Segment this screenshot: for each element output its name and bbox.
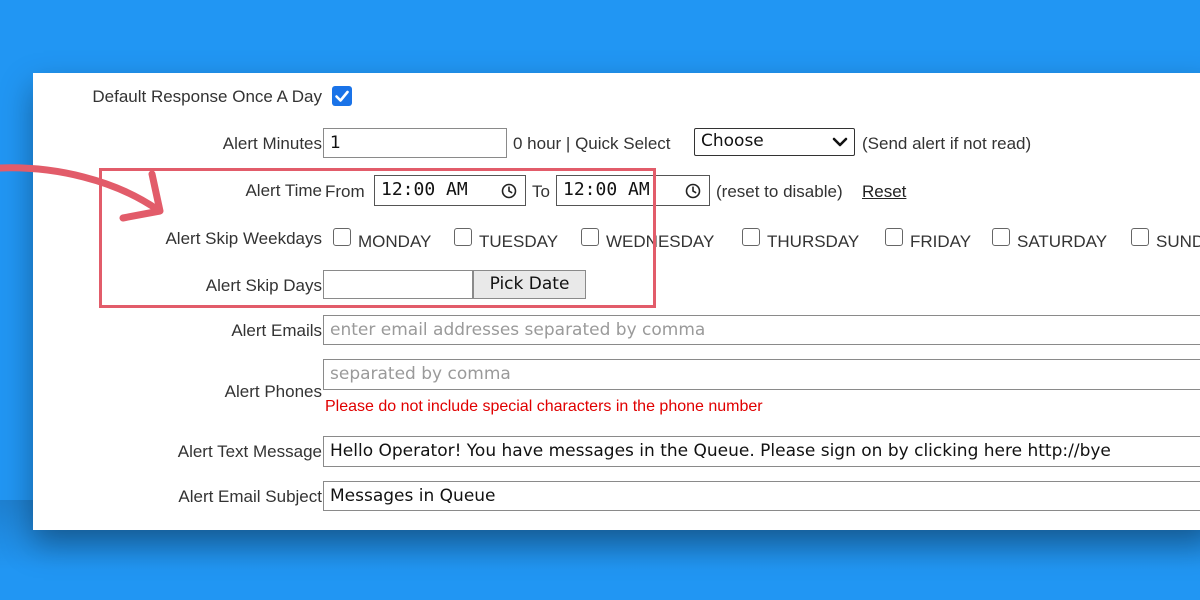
to-label: To: [532, 182, 550, 201]
to-time-input[interactable]: 12:00 AM: [556, 175, 710, 206]
quick-select-dropdown[interactable]: Choose: [694, 128, 855, 156]
reset-note: (reset to disable): [716, 182, 843, 201]
weekday-checkbox-wednesday[interactable]: [581, 228, 599, 246]
alert-settings-panel: Default Response Once A Day Alert Minute…: [33, 73, 1200, 530]
weekday-checkbox-tuesday[interactable]: [454, 228, 472, 246]
weekday-checkbox-friday[interactable]: [885, 228, 903, 246]
alert-emails-input[interactable]: enter email addresses separated by comma: [323, 315, 1200, 345]
alert-skip-days-label: Alert Skip Days: [205, 276, 322, 295]
alert-text-message-label: Alert Text Message: [177, 442, 322, 461]
weekday-checkbox-monday[interactable]: [333, 228, 351, 246]
clock-icon[interactable]: [501, 183, 517, 199]
weekday-label-sunday: SUNDAY: [1156, 232, 1200, 251]
from-time-value: 12:00 AM: [381, 179, 468, 200]
alert-email-subject-input[interactable]: Messages in Queue: [323, 481, 1200, 511]
weekday-label-tuesday: TUESDAY: [479, 232, 559, 251]
curved-arrow-icon: [0, 164, 164, 222]
alert-emails-label: Alert Emails: [231, 321, 322, 340]
alert-email-subject-label: Alert Email Subject: [178, 487, 322, 506]
from-label: From: [325, 182, 365, 201]
alert-text-message-input[interactable]: Hello Operator! You have messages in the…: [323, 436, 1200, 467]
weekday-label-monday: MONDAY: [358, 232, 432, 251]
default-response-checkbox[interactable]: [332, 86, 352, 106]
default-response-label: Default Response Once A Day: [92, 87, 322, 106]
alert-minutes-label: Alert Minutes: [222, 134, 322, 153]
weekday-checkbox-saturday[interactable]: [992, 228, 1010, 246]
alert-phones-label: Alert Phones: [224, 382, 322, 401]
weekday-label-thursday: THURSDAY: [767, 232, 860, 251]
phone-warning-text: Please do not include special characters…: [325, 398, 763, 415]
send-alert-note: (Send alert if not read): [862, 134, 1032, 153]
clock-icon[interactable]: [685, 183, 701, 199]
reset-link[interactable]: Reset: [862, 182, 906, 202]
weekday-label-wednesday: WEDNESDAY: [606, 232, 715, 251]
hours-quick-select-text: 0 hour | Quick Select: [513, 134, 671, 153]
quick-select-value: Choose: [701, 131, 764, 151]
to-time-value: 12:00 AM: [563, 179, 650, 200]
checkmark-icon: [335, 90, 349, 102]
pick-date-button[interactable]: Pick Date: [473, 270, 586, 299]
skip-days-input[interactable]: [323, 270, 473, 299]
alert-phones-input[interactable]: separated by comma: [323, 359, 1200, 390]
weekday-checkbox-sunday[interactable]: [1131, 228, 1149, 246]
weekday-checkbox-thursday[interactable]: [742, 228, 760, 246]
alert-minutes-input[interactable]: 1: [323, 128, 507, 158]
from-time-input[interactable]: 12:00 AM: [374, 175, 526, 206]
alert-time-label: Alert Time: [245, 181, 322, 200]
weekday-label-friday: FRIDAY: [910, 232, 972, 251]
chevron-down-icon: [832, 137, 848, 147]
weekday-label-saturday: SATURDAY: [1017, 232, 1108, 251]
